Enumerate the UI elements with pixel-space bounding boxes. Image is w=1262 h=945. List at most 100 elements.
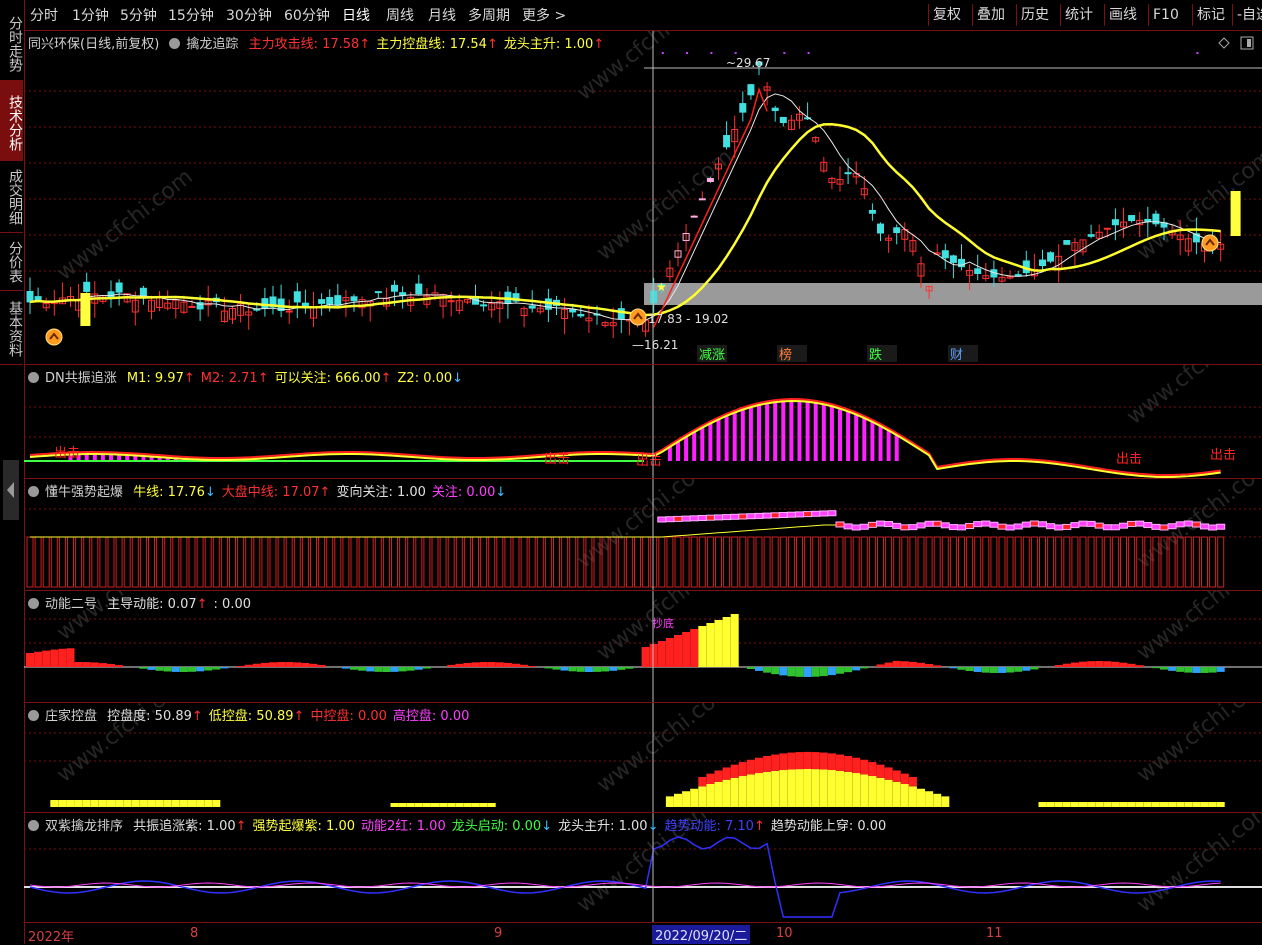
settings-circle-icon[interactable] [28, 486, 39, 497]
period-5min[interactable]: 5分钟 [120, 5, 157, 25]
control-bar [414, 803, 423, 807]
volume-bar [812, 536, 820, 588]
settings-circle-icon[interactable] [28, 372, 39, 383]
momentum-bar [981, 667, 990, 673]
volume-bar [755, 536, 763, 588]
momentum-bar [722, 617, 731, 667]
draw-line-button[interactable]: 画线 [1104, 4, 1141, 26]
momentum-bar [171, 667, 180, 672]
control-bar [690, 788, 699, 807]
control-bar [665, 796, 674, 807]
dongniu-pane[interactable]: www.cfchi.com www.cfchi.com 懂牛强势起爆 牛线: 17… [24, 478, 1262, 591]
settings-circle-icon[interactable] [28, 598, 39, 609]
control-bar-mid [722, 767, 731, 780]
momentum-bar [520, 664, 529, 667]
zhuangjia-pane[interactable]: www.cfchi.com www.cfchi.com www.cfchi.com … [24, 702, 1262, 813]
control-bar [1119, 802, 1128, 807]
momentum-bar [876, 664, 885, 667]
period-weekly[interactable]: 周线 [386, 5, 414, 25]
dn-bar [84, 454, 89, 461]
period-multi[interactable]: 多周期 [468, 5, 510, 25]
volume-bar [909, 536, 917, 588]
trend-arrow-icon: ↑ [191, 709, 203, 724]
volume-bar [512, 536, 520, 588]
period-15min[interactable]: 15分钟 [168, 5, 214, 25]
control-bar [698, 786, 707, 807]
momentum-bar [665, 638, 674, 667]
dongneng-pane[interactable]: www.cfchi.comwww.cfchi.comwww.cfchi.com抄… [24, 590, 1262, 703]
control-bar [908, 786, 917, 807]
period-monthly[interactable]: 月线 [428, 5, 456, 25]
f10-button[interactable]: F10 [1148, 4, 1183, 26]
tab-technical-analysis[interactable]: 技术分析 [0, 80, 23, 161]
momentum-bar [487, 662, 496, 667]
control-bar-mid [738, 762, 747, 777]
focus-mark [1005, 524, 1015, 531]
period-60min[interactable]: 60分钟 [284, 5, 330, 25]
focus-mark [778, 512, 788, 518]
volume-bar [666, 536, 674, 588]
tab-timeshare[interactable]: 分时走势 [0, 0, 23, 83]
volume-bar [674, 536, 682, 588]
volume-bar [561, 536, 569, 588]
period-30min[interactable]: 30分钟 [226, 5, 272, 25]
trend-arrow-icon: ↓ [204, 485, 216, 500]
collapse-arrow-icon[interactable] [2, 460, 20, 520]
control-bar-mid [714, 770, 723, 782]
settings-circle-icon[interactable] [28, 710, 39, 721]
control-bar-mid [755, 757, 763, 774]
main-kline-pane[interactable]: 同兴环保(日线,前复权) 擒龙追踪 主力攻击线: 17.58↑ 主力控盘线: 17… [24, 30, 1262, 365]
dn-bar [878, 426, 883, 461]
candle-body [415, 283, 423, 295]
tab-price-table[interactable]: 分价表 [0, 228, 23, 291]
tab-trade-details[interactable]: 成交明细 [0, 156, 23, 233]
mark-button[interactable]: 标记 [1192, 4, 1229, 26]
shuangzi-pane[interactable]: www.cfchi.com www.cfchi.com 双紫擒龙排序 共振追涨紫:… [24, 812, 1262, 923]
momentum-bar [236, 665, 245, 667]
volume-bar [1120, 536, 1127, 588]
watchlist-button[interactable]: -自选 [1232, 4, 1262, 26]
dn-pane[interactable]: www.cfchi.com 出击 出击 出击 出击 出击 DN共振追涨 M1: 9.97↑… [24, 364, 1262, 479]
period-1min[interactable]: 1分钟 [72, 5, 109, 25]
volume-bar [83, 536, 91, 588]
control-bar [431, 803, 439, 807]
focus-mark [1191, 521, 1201, 528]
tab-basic-info[interactable]: 基本资料 [0, 288, 23, 365]
volume-bar [366, 536, 374, 588]
history-button[interactable]: 历史 [1016, 4, 1053, 26]
overlay-button[interactable]: 叠加 [972, 4, 1009, 26]
momentum-bar [463, 662, 472, 667]
settings-circle-icon[interactable] [28, 820, 39, 831]
volume-bar [1039, 536, 1046, 588]
volume-bar [293, 536, 301, 588]
control-bar [917, 788, 925, 807]
stats-button[interactable]: 统计 [1060, 4, 1097, 26]
volume-bar [431, 536, 439, 588]
dn-bar [854, 414, 859, 461]
period-more[interactable]: 更多 > [522, 5, 566, 25]
candle-body [326, 296, 334, 305]
kline-canvas[interactable]: www.cfchi.com www.cfchi.com www.cfchi.comw… [24, 31, 1262, 365]
momentum-bar [560, 667, 569, 671]
momentum-bar [382, 667, 391, 672]
focus-mark [940, 522, 950, 529]
candle-body [893, 227, 901, 234]
momentum-bar [746, 667, 755, 669]
momentum-bar [147, 667, 156, 670]
volume-bar [115, 536, 123, 588]
volume-bar [844, 536, 852, 588]
volume-bar [982, 536, 990, 588]
shuangzi-name: 双紫擒龙排序 [45, 819, 124, 834]
focus-mark [1038, 521, 1047, 528]
candle-body [779, 116, 787, 123]
volume-bar [334, 536, 342, 588]
period-daily[interactable]: 日线 [342, 5, 370, 25]
trend-arrow-icon: ↓ [452, 371, 464, 386]
period-timeshare[interactable]: 分时 [30, 5, 58, 25]
focus-mark [900, 524, 910, 531]
legend-item: 龙头主升: 1.00 [558, 819, 648, 834]
volume-bar [528, 536, 536, 588]
adjust-button[interactable]: 复权 [928, 4, 965, 26]
volume-bar [131, 536, 139, 588]
candle-body [1144, 218, 1152, 222]
